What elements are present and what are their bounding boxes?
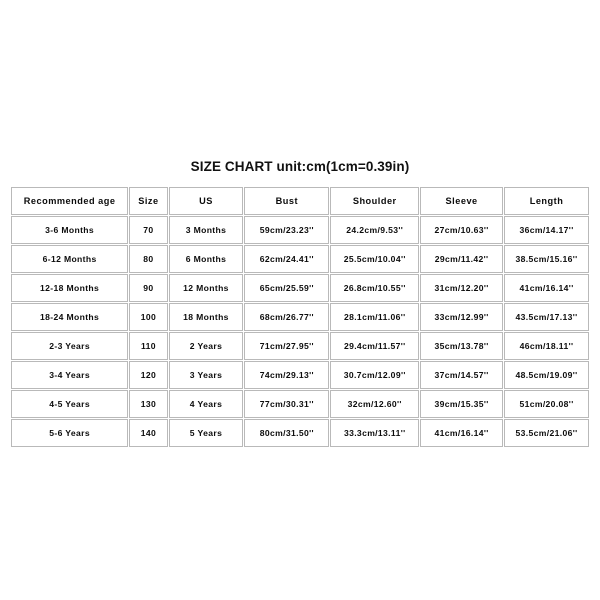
cell-bust: 74cm/29.13'' (244, 361, 330, 389)
column-header-bust: Bust (244, 187, 330, 215)
cell-sleeve: 33cm/12.99'' (420, 303, 504, 331)
cell-us: 4 Years (168, 390, 244, 418)
cell-size: 90 (129, 274, 168, 302)
column-header-us: US (168, 187, 244, 215)
cell-sleeve: 31cm/12.20'' (420, 274, 504, 302)
cell-us: 12 Months (168, 274, 244, 302)
cell-size: 70 (129, 216, 168, 244)
table-body: 3-6 Months 70 3 Months 59cm/23.23'' 24.2… (11, 216, 589, 447)
table-header-row: Recommended age Size US Bust Shoulder Sl… (11, 187, 589, 215)
column-header-recommended-age: Recommended age (11, 187, 129, 215)
cell-age: 3-6 Months (11, 216, 129, 244)
cell-age: 6-12 Months (11, 245, 129, 273)
cell-shoulder: 26.8cm/10.55'' (330, 274, 420, 302)
cell-length: 36cm/14.17'' (504, 216, 589, 244)
cell-us: 5 Years (168, 419, 244, 447)
cell-sleeve: 35cm/13.78'' (420, 332, 504, 360)
cell-bust: 68cm/26.77'' (244, 303, 330, 331)
cell-length: 43.5cm/17.13'' (504, 303, 589, 331)
cell-length: 51cm/20.08'' (504, 390, 589, 418)
cell-bust: 62cm/24.41'' (244, 245, 330, 273)
cell-size: 120 (129, 361, 168, 389)
table-row: 3-6 Months 70 3 Months 59cm/23.23'' 24.2… (11, 216, 589, 244)
cell-bust: 71cm/27.95'' (244, 332, 330, 360)
table-row: 4-5 Years 130 4 Years 77cm/30.31'' 32cm/… (11, 390, 589, 418)
cell-shoulder: 30.7cm/12.09'' (330, 361, 420, 389)
column-header-size: Size (129, 187, 168, 215)
cell-length: 48.5cm/19.09'' (504, 361, 589, 389)
cell-shoulder: 28.1cm/11.06'' (330, 303, 420, 331)
table-row: 3-4 Years 120 3 Years 74cm/29.13'' 30.7c… (11, 361, 589, 389)
cell-sleeve: 41cm/16.14'' (420, 419, 504, 447)
cell-sleeve: 39cm/15.35'' (420, 390, 504, 418)
cell-size: 80 (129, 245, 168, 273)
table-row: 2-3 Years 110 2 Years 71cm/27.95'' 29.4c… (11, 332, 589, 360)
cell-shoulder: 29.4cm/11.57'' (330, 332, 420, 360)
table-row: 12-18 Months 90 12 Months 65cm/25.59'' 2… (11, 274, 589, 302)
column-header-length: Length (504, 187, 589, 215)
cell-length: 46cm/18.11'' (504, 332, 589, 360)
cell-shoulder: 24.2cm/9.53'' (330, 216, 420, 244)
cell-bust: 77cm/30.31'' (244, 390, 330, 418)
cell-shoulder: 32cm/12.60'' (330, 390, 420, 418)
cell-size: 110 (129, 332, 168, 360)
cell-bust: 59cm/23.23'' (244, 216, 330, 244)
size-chart-table: Recommended age Size US Bust Shoulder Sl… (10, 186, 590, 448)
cell-us: 2 Years (168, 332, 244, 360)
cell-size: 130 (129, 390, 168, 418)
page-title: SIZE CHART unit:cm(1cm=0.39in) (190, 159, 410, 174)
cell-us: 3 Months (168, 216, 244, 244)
table-row: 6-12 Months 80 6 Months 62cm/24.41'' 25.… (11, 245, 589, 273)
cell-age: 3-4 Years (11, 361, 129, 389)
table-row: 5-6 Years 140 5 Years 80cm/31.50'' 33.3c… (11, 419, 589, 447)
cell-age: 18-24 Months (11, 303, 129, 331)
cell-sleeve: 29cm/11.42'' (420, 245, 504, 273)
size-chart-table-wrapper: Recommended age Size US Bust Shoulder Sl… (10, 186, 590, 448)
cell-size: 140 (129, 419, 168, 447)
cell-bust: 80cm/31.50'' (244, 419, 330, 447)
size-chart-page: SIZE CHART unit:cm(1cm=0.39in) Recommend… (0, 0, 600, 600)
cell-us: 6 Months (168, 245, 244, 273)
cell-bust: 65cm/25.59'' (244, 274, 330, 302)
cell-length: 41cm/16.14'' (504, 274, 589, 302)
cell-age: 2-3 Years (11, 332, 129, 360)
cell-age: 5-6 Years (11, 419, 129, 447)
cell-sleeve: 27cm/10.63'' (420, 216, 504, 244)
cell-us: 3 Years (168, 361, 244, 389)
cell-shoulder: 33.3cm/13.11'' (330, 419, 420, 447)
cell-age: 12-18 Months (11, 274, 129, 302)
cell-us: 18 Months (168, 303, 244, 331)
cell-length: 38.5cm/15.16'' (504, 245, 589, 273)
column-header-shoulder: Shoulder (330, 187, 420, 215)
cell-size: 100 (129, 303, 168, 331)
table-header: Recommended age Size US Bust Shoulder Sl… (11, 187, 589, 215)
cell-shoulder: 25.5cm/10.04'' (330, 245, 420, 273)
column-header-sleeve: Sleeve (420, 187, 504, 215)
table-row: 18-24 Months 100 18 Months 68cm/26.77'' … (11, 303, 589, 331)
cell-age: 4-5 Years (11, 390, 129, 418)
cell-length: 53.5cm/21.06'' (504, 419, 589, 447)
cell-sleeve: 37cm/14.57'' (420, 361, 504, 389)
